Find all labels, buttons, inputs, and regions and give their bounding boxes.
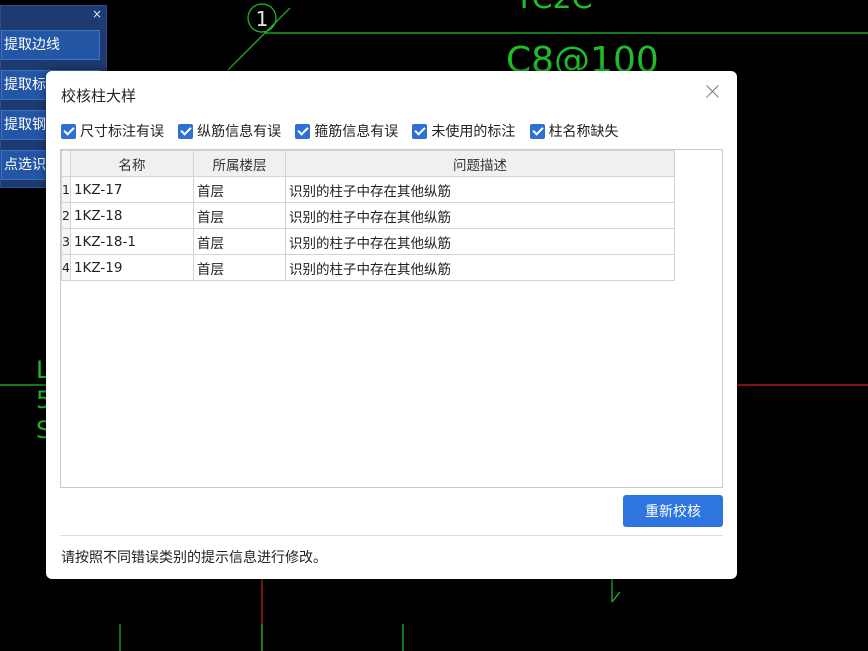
issue-table[interactable]: 名称 所属楼层 问题描述 1 1KZ-17 首层 识别的柱子中存在其他纵筋 2 … bbox=[60, 149, 723, 488]
row-number: 2 bbox=[61, 202, 71, 229]
table-row[interactable]: 1 1KZ-17 首层 识别的柱子中存在其他纵筋 bbox=[61, 176, 675, 203]
column-header-issue[interactable]: 问题描述 bbox=[284, 150, 675, 177]
cell-issue[interactable]: 识别的柱子中存在其他纵筋 bbox=[284, 202, 675, 229]
cell-issue[interactable]: 识别的柱子中存在其他纵筋 bbox=[284, 254, 675, 281]
row-number: 3 bbox=[61, 228, 71, 255]
column-header-floor[interactable]: 所属楼层 bbox=[192, 150, 286, 177]
filter-unused-label[interactable]: 未使用的标注 bbox=[412, 121, 515, 141]
table-row[interactable]: 3 1KZ-18-1 首层 识别的柱子中存在其他纵筋 bbox=[61, 228, 675, 255]
cell-issue[interactable]: 识别的柱子中存在其他纵筋 bbox=[284, 228, 675, 255]
table-row[interactable]: 4 1KZ-19 首层 识别的柱子中存在其他纵筋 bbox=[61, 254, 675, 281]
cell-name[interactable]: 1KZ-17 bbox=[69, 176, 194, 203]
error-type-filters: 尺寸标注有误 纵筋信息有误 箍筋信息有误 未使用的标注 柱名称缺失 bbox=[61, 121, 629, 141]
cell-name[interactable]: 1KZ-18-1 bbox=[69, 228, 194, 255]
grid-bubble-label: 1 bbox=[256, 7, 269, 31]
row-number: 4 bbox=[61, 254, 71, 281]
check-column-detail-dialog: 校核柱大样 尺寸标注有误 纵筋信息有误 箍筋信息有误 未使用的标注 柱名称缺失 bbox=[46, 71, 737, 579]
checkbox-checked-icon[interactable] bbox=[412, 123, 428, 139]
checkbox-checked-icon[interactable] bbox=[178, 123, 194, 139]
divider bbox=[60, 535, 723, 536]
row-number: 1 bbox=[61, 176, 71, 203]
cell-floor[interactable]: 首层 bbox=[192, 176, 286, 203]
dialog-title: 校核柱大样 bbox=[61, 87, 137, 105]
row-number-header bbox=[61, 150, 71, 177]
checkbox-checked-icon[interactable] bbox=[61, 123, 76, 139]
filter-stirrup-error[interactable]: 箍筋信息有误 bbox=[295, 121, 398, 141]
filter-missing-column-name[interactable]: 柱名称缺失 bbox=[529, 121, 619, 141]
cell-floor[interactable]: 首层 bbox=[192, 228, 286, 255]
cell-floor[interactable]: 首层 bbox=[192, 254, 286, 281]
tool-extract-edge-button[interactable]: 提取边线 bbox=[1, 30, 100, 60]
filter-longitudinal-rebar-error[interactable]: 纵筋信息有误 bbox=[178, 121, 281, 141]
cad-top-text: TC2C bbox=[514, 0, 593, 16]
cell-floor[interactable]: 首层 bbox=[192, 202, 286, 229]
filter-dimension-error[interactable]: 尺寸标注有误 bbox=[61, 121, 164, 141]
checkbox-checked-icon[interactable] bbox=[529, 123, 545, 139]
cell-name[interactable]: 1KZ-18 bbox=[69, 202, 194, 229]
close-icon[interactable] bbox=[703, 82, 723, 102]
checkbox-checked-icon[interactable] bbox=[295, 123, 311, 139]
recheck-button[interactable]: 重新校核 bbox=[623, 495, 723, 527]
cell-name[interactable]: 1KZ-19 bbox=[69, 254, 194, 281]
cell-issue[interactable]: 识别的柱子中存在其他纵筋 bbox=[284, 176, 675, 203]
column-header-name[interactable]: 名称 bbox=[69, 150, 194, 177]
palette-close-icon[interactable]: × bbox=[92, 7, 102, 21]
table-row[interactable]: 2 1KZ-18 首层 识别的柱子中存在其他纵筋 bbox=[61, 202, 675, 229]
hint-text: 请按照不同错误类别的提示信息进行修改。 bbox=[61, 550, 327, 566]
table-header-row: 名称 所属楼层 问题描述 bbox=[61, 150, 675, 177]
